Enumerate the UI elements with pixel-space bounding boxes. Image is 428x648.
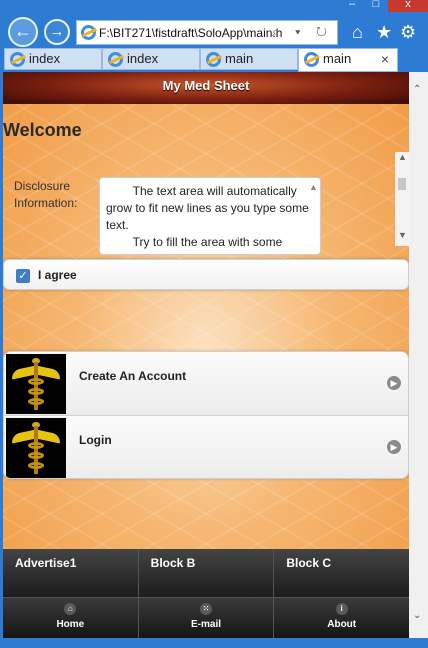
ie-tab-icon xyxy=(10,52,25,67)
block-b: Block B xyxy=(139,549,275,597)
about-nav-button[interactable]: i About xyxy=(274,598,409,638)
caduceus-icon xyxy=(6,418,66,478)
browser-scrollbar[interactable]: ⌃ ⌄ xyxy=(409,72,428,638)
footer-navbar: ⌂ Home ⁙ E-mail i About xyxy=(3,597,409,638)
tab-index-2[interactable]: index xyxy=(102,48,200,70)
footer-blocks: Advertise1 Block B Block C xyxy=(3,549,409,597)
login-label: Login xyxy=(79,433,112,447)
chevron-right-icon: ▶ xyxy=(387,440,401,454)
email-nav-button[interactable]: ⁙ E-mail xyxy=(139,598,275,638)
home-nav-button[interactable]: ⌂ Home xyxy=(3,598,139,638)
create-account-label: Create An Account xyxy=(79,369,187,383)
page-viewport: My Med Sheet Welcome Disclosure Informat… xyxy=(3,72,409,638)
action-list: Create An Account ▶ Login ▶ xyxy=(3,351,409,479)
disclosure-label: Disclosure Information: xyxy=(14,179,78,210)
back-button[interactable]: ← xyxy=(8,17,38,47)
tab-main-1[interactable]: main xyxy=(200,48,298,70)
address-bar[interactable]: F:\BIT271\fistdraft\SoloApp\main.h ⌕ ▾ ↻ xyxy=(76,20,338,45)
grid-icon: ⁙ xyxy=(200,603,212,615)
scroll-down-icon[interactable]: ⌄ xyxy=(413,610,421,621)
ie-page-icon xyxy=(81,25,96,40)
tab-strip: index index main main × xyxy=(0,48,428,72)
window-bottom-border xyxy=(0,638,428,648)
ie-tab-icon xyxy=(206,52,221,67)
scroll-up-icon[interactable]: ⌃ xyxy=(413,84,421,95)
minimize-button[interactable]: – xyxy=(340,0,364,12)
window-controls: – □ x xyxy=(340,0,428,12)
agree-label: I agree xyxy=(38,268,77,282)
page-header: My Med Sheet xyxy=(3,72,409,104)
address-tools-icons[interactable]: ⌕ ▾ ↻ xyxy=(272,24,333,40)
email-nav-label: E-mail xyxy=(191,619,222,630)
home-icon[interactable]: ⌂ xyxy=(352,22,363,43)
tab-label: index xyxy=(127,51,159,66)
tab-label: main xyxy=(323,51,352,66)
inner-scroll-down-icon[interactable]: ▼ xyxy=(398,230,407,240)
home-icon: ⌂ xyxy=(64,603,77,615)
info-icon: i xyxy=(335,603,348,615)
login-item[interactable]: Login ▶ xyxy=(4,416,408,478)
block-c: Block C xyxy=(286,556,332,570)
gear-icon[interactable]: ⚙ xyxy=(400,22,416,43)
home-nav-label: Home xyxy=(56,619,85,630)
tab-label: main xyxy=(225,51,254,66)
inner-scroll-up-icon[interactable]: ▲ xyxy=(398,152,407,162)
block-advertise1: Advertise1 xyxy=(3,549,139,597)
disclosure-textarea[interactable] xyxy=(99,177,321,255)
create-account-item[interactable]: Create An Account ▶ xyxy=(4,352,408,416)
navigation-bar: ← → F:\BIT271\fistdraft\SoloApp\main.h ⌕… xyxy=(0,12,428,52)
chevron-right-icon: ▶ xyxy=(387,376,401,390)
about-nav-label: About xyxy=(327,619,357,630)
tab-index-1[interactable]: index xyxy=(4,48,102,70)
welcome-heading: Welcome xyxy=(3,120,82,140)
close-window-button[interactable]: x xyxy=(388,0,428,12)
browser-window: – □ x ← → F:\BIT271\fistdraft\SoloApp\ma… xyxy=(0,0,428,648)
address-text[interactable]: F:\BIT271\fistdraft\SoloApp\main.h xyxy=(99,26,289,40)
agree-checkbox[interactable]: ✓ xyxy=(16,269,30,283)
ie-tab-icon xyxy=(304,52,319,67)
tab-main-active[interactable]: main × xyxy=(298,48,398,72)
forward-button[interactable]: → xyxy=(44,19,70,45)
ie-tab-icon xyxy=(108,52,123,67)
agree-checkbox-row[interactable]: ✓ I agree xyxy=(3,259,409,290)
maximize-button[interactable]: □ xyxy=(364,0,388,12)
inner-scrollbar-thumb[interactable] xyxy=(398,178,406,190)
textarea-scroll-up-icon[interactable]: ▲ xyxy=(309,182,318,192)
tab-close-icon[interactable]: × xyxy=(381,49,389,69)
tab-label: index xyxy=(29,51,61,66)
page-title: My Med Sheet xyxy=(162,78,250,93)
favorites-star-icon[interactable]: ★ xyxy=(376,22,392,43)
caduceus-icon xyxy=(6,354,66,414)
